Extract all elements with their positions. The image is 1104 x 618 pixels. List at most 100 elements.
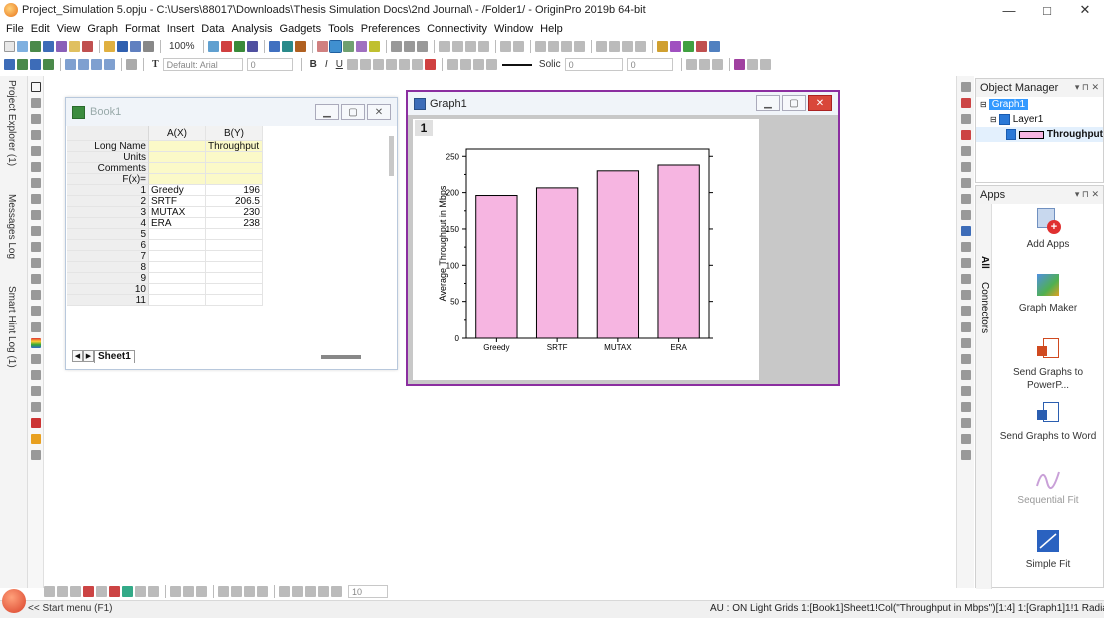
app-sequential-fit[interactable]: Sequential Fit xyxy=(992,464,1104,507)
start-menu-icon[interactable] xyxy=(2,589,26,613)
collapse-icon[interactable]: ⊟ xyxy=(980,100,987,109)
set-z-icon[interactable] xyxy=(560,41,572,52)
set-column-x-icon[interactable] xyxy=(390,41,402,52)
label-cell-a[interactable] xyxy=(149,152,206,163)
increase-font-icon[interactable] xyxy=(385,59,397,70)
move-first-icon[interactable] xyxy=(621,41,633,52)
collapse-icon[interactable]: ⊟ xyxy=(990,115,997,124)
line-style-icon[interactable] xyxy=(485,59,497,70)
line-style-value[interactable]: Solic xyxy=(539,59,561,70)
decrease-font-icon[interactable] xyxy=(398,59,410,70)
right-tool-9-icon[interactable] xyxy=(960,210,971,220)
menu-data[interactable]: Data xyxy=(201,23,224,35)
app-icon-2[interactable] xyxy=(669,41,681,52)
tab-project-explorer[interactable]: Project Explorer (1) xyxy=(6,80,17,166)
rect-tool-icon[interactable] xyxy=(30,258,41,268)
right-tool-11-icon[interactable] xyxy=(960,242,971,252)
merge-graph-icon[interactable] xyxy=(231,586,242,597)
column-header-b[interactable]: B(Y) xyxy=(206,126,263,141)
cursor-tool-icon[interactable] xyxy=(30,146,41,156)
font-color-icon[interactable] xyxy=(424,59,436,70)
new-notes-icon[interactable] xyxy=(69,41,80,52)
row-number[interactable]: 9 xyxy=(67,273,149,284)
add-layer-icon[interactable] xyxy=(244,586,255,597)
menu-insert[interactable]: Insert xyxy=(167,23,195,35)
book-export-icon[interactable] xyxy=(17,59,28,70)
layer-number[interactable]: 1 xyxy=(415,120,433,136)
label-cell-a[interactable] xyxy=(149,174,206,185)
color-scale-icon[interactable] xyxy=(30,338,41,348)
graph-window[interactable]: Graph1 ▁ ▢ ✕ 1 0 50 100 150 200 250 Greedy SRTF… xyxy=(406,90,840,386)
font-size-select[interactable]: 0 xyxy=(246,58,293,71)
horizontal-scrollbar[interactable] xyxy=(321,355,361,359)
tree-plot-node[interactable]: Throughput xyxy=(976,127,1103,142)
graph-close-button[interactable]: ✕ xyxy=(808,95,832,111)
right-tool-10-icon[interactable] xyxy=(960,226,971,236)
row-number[interactable]: 7 xyxy=(67,251,149,262)
anti-alias-icon[interactable] xyxy=(126,59,137,70)
tree-graph-label[interactable]: Graph1 xyxy=(988,99,1029,110)
menu-edit[interactable]: Edit xyxy=(31,23,50,35)
image-tool-icon[interactable] xyxy=(30,306,41,316)
grid-icon[interactable] xyxy=(711,59,723,70)
pin-icon[interactable]: ▾ ⊓ ✕ xyxy=(1075,82,1099,93)
set-column-y-icon[interactable] xyxy=(403,41,415,52)
more-tools-icon[interactable] xyxy=(30,450,41,460)
cell-b[interactable] xyxy=(206,262,263,273)
align-icon[interactable] xyxy=(411,59,423,70)
cell-a[interactable] xyxy=(149,295,206,306)
right-tool-4-icon[interactable] xyxy=(960,130,971,140)
right-tool-16-icon[interactable] xyxy=(960,322,971,332)
tree-plot-label[interactable]: Throughput xyxy=(1047,129,1103,140)
corner-cell[interactable] xyxy=(67,126,149,141)
menu-gadgets[interactable]: Gadgets xyxy=(280,23,322,35)
move-right-icon[interactable] xyxy=(608,41,620,52)
arrow-tool-icon[interactable] xyxy=(30,226,41,236)
pointer-tool-icon[interactable] xyxy=(30,82,41,92)
fit-page-icon[interactable] xyxy=(104,59,115,70)
label-cell-b[interactable] xyxy=(206,163,263,174)
new-project-icon[interactable] xyxy=(4,41,15,52)
italic-icon[interactable]: I xyxy=(325,59,328,70)
save-template-icon[interactable] xyxy=(130,41,141,52)
new-graph-icon[interactable] xyxy=(43,41,54,52)
layer-checkbox[interactable] xyxy=(998,114,1010,125)
right-tool-20-icon[interactable] xyxy=(960,386,971,396)
app-simple-fit[interactable]: Simple Fit xyxy=(992,528,1104,571)
zoom-tool-icon[interactable] xyxy=(30,98,41,108)
align-bottom-icon[interactable] xyxy=(331,586,342,597)
cell-a[interactable]: Greedy xyxy=(149,185,206,196)
cell-a[interactable]: SRTF xyxy=(149,196,206,207)
plot-checkbox[interactable] xyxy=(1006,129,1016,140)
app-icon-1[interactable] xyxy=(656,41,668,52)
extract-layer-icon[interactable] xyxy=(257,586,268,597)
cell-b[interactable] xyxy=(206,251,263,262)
maximize-button[interactable]: □ xyxy=(1028,0,1066,20)
data-reader-icon[interactable] xyxy=(342,41,354,52)
right-tool-19-icon[interactable] xyxy=(960,370,971,380)
cell-b[interactable] xyxy=(206,229,263,240)
right-tool-7-icon[interactable] xyxy=(960,178,971,188)
stats-icon[interactable] xyxy=(512,41,524,52)
workbook-minimize-button[interactable]: ▁ xyxy=(315,104,339,120)
plot-column-icon[interactable] xyxy=(83,586,94,597)
new-workbook-icon[interactable] xyxy=(30,41,41,52)
right-tool-12-icon[interactable] xyxy=(960,258,971,268)
sheet-next-button[interactable]: ▶ xyxy=(83,350,94,362)
plot-scatter-icon[interactable] xyxy=(451,41,463,52)
subscript-icon[interactable] xyxy=(359,59,371,70)
new-folder-icon[interactable] xyxy=(17,41,28,52)
app-add-apps[interactable]: + Add Apps xyxy=(992,208,1104,251)
annotation-icon[interactable] xyxy=(30,354,41,364)
cell-a[interactable] xyxy=(149,251,206,262)
align-right-icon[interactable] xyxy=(305,586,316,597)
new-function-icon[interactable] xyxy=(82,41,93,52)
code-builder-icon[interactable] xyxy=(233,41,245,52)
scale-tool-icon[interactable] xyxy=(30,114,41,124)
cell-b[interactable]: 238 xyxy=(206,218,263,229)
cell-b[interactable] xyxy=(206,273,263,284)
duplicate-icon[interactable] xyxy=(220,41,232,52)
plot-stat-icon[interactable] xyxy=(148,586,159,597)
column-header-a[interactable]: A(X) xyxy=(149,126,206,141)
extra-icon-1[interactable] xyxy=(746,59,758,70)
